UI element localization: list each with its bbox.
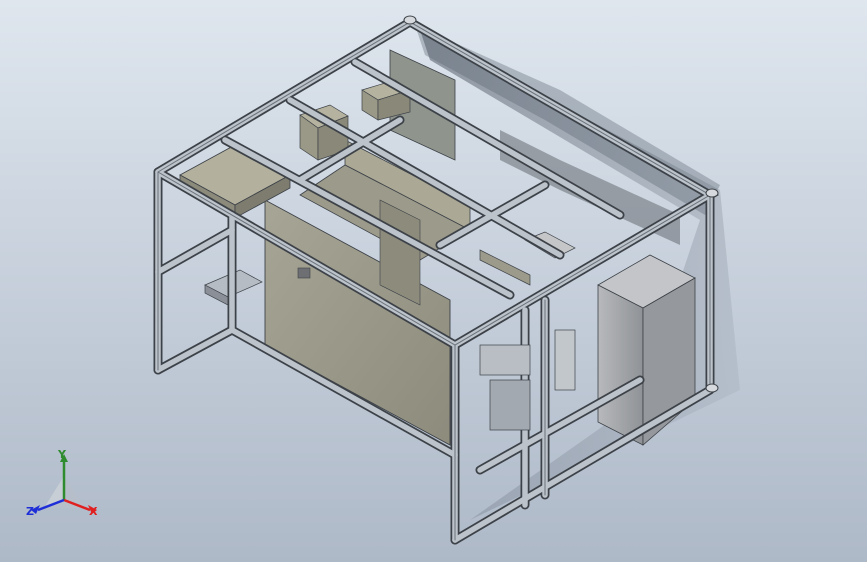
- y-axis-label: Y: [58, 448, 66, 461]
- z-axis-label: Z: [26, 505, 34, 518]
- view-orientation-triad[interactable]: Y X Z: [22, 448, 112, 528]
- triad-axes: [31, 454, 97, 514]
- machine-frame-model[interactable]: [0, 0, 867, 562]
- x-axis-label: X: [89, 505, 98, 518]
- graphics-viewport[interactable]: Y X Z: [0, 0, 867, 562]
- drive-assembly[interactable]: [479, 329, 576, 431]
